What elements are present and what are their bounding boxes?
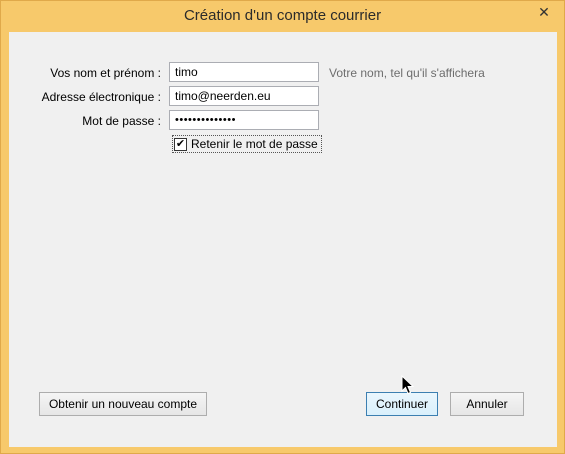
email-label: Adresse électronique : xyxy=(41,90,161,104)
email-input[interactable]: timo@neerden.eu xyxy=(169,86,319,106)
remember-password-checkbox[interactable]: ✔ Retenir le mot de passe xyxy=(172,135,322,153)
remember-password-label: Retenir le mot de passe xyxy=(191,137,318,151)
password-label: Mot de passe : xyxy=(82,114,161,128)
checkbox-box[interactable]: ✔ xyxy=(174,137,187,151)
password-input[interactable]: •••••••••••••• xyxy=(169,110,319,130)
dialog-window: Création d'un compte courrier ✕ Vos nom … xyxy=(0,0,565,454)
title-bar[interactable]: Création d'un compte courrier ✕ xyxy=(1,1,564,32)
window-title: Création d'un compte courrier xyxy=(183,7,382,24)
cancel-button[interactable]: Annuler xyxy=(450,392,524,416)
continue-button[interactable]: Continuer xyxy=(366,392,438,416)
name-label: Vos nom et prénom : xyxy=(50,66,161,80)
close-icon: ✕ xyxy=(538,3,550,20)
mouse-cursor-icon xyxy=(401,375,415,395)
checkmark-icon: ✔ xyxy=(175,137,186,150)
dialog-content: Vos nom et prénom : timo Votre nom, tel … xyxy=(9,32,557,447)
name-input[interactable]: timo xyxy=(169,62,319,82)
close-button[interactable]: ✕ xyxy=(530,2,558,22)
name-hint: Votre nom, tel qu'il s'affichera xyxy=(329,66,485,80)
new-account-button[interactable]: Obtenir un nouveau compte xyxy=(39,392,207,416)
